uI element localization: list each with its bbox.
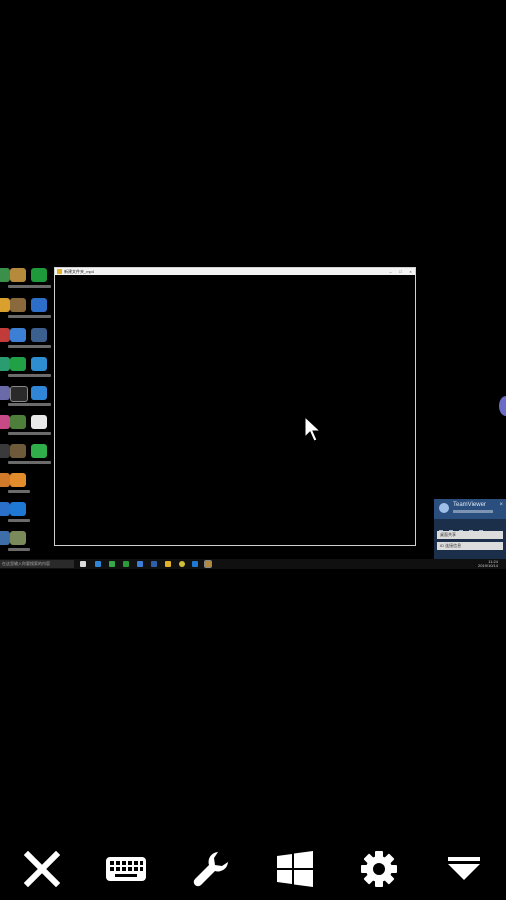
teamviewer-subtitle <box>453 510 493 513</box>
desktop-icon-label <box>29 432 51 435</box>
collapse-toolbar-button[interactable] <box>434 839 494 899</box>
close-icon <box>24 851 61 887</box>
desktop-icon[interactable] <box>0 328 10 342</box>
desktop-icon[interactable] <box>0 531 10 545</box>
desktop-icon-label <box>8 374 30 377</box>
desktop-icon[interactable] <box>31 357 47 371</box>
remote-control-toolbar <box>0 838 506 900</box>
windows-taskbar[interactable]: 在这里输入你要搜索的内容 11:24 2019/10/14 <box>0 559 506 569</box>
desktop-icon[interactable] <box>0 415 10 429</box>
desktop-icon[interactable] <box>10 444 26 458</box>
desktop-icon[interactable] <box>0 357 10 371</box>
teamviewer-row-label: 桌面共享 <box>440 532 456 537</box>
keyboard-icon <box>106 857 147 881</box>
taskbar-app-icon[interactable] <box>137 561 143 567</box>
desktop-icon[interactable] <box>10 268 26 282</box>
windows-icon <box>277 851 314 887</box>
desktop-icon[interactable] <box>31 415 47 429</box>
desktop-icon-label <box>8 519 30 522</box>
desktop-icon[interactable] <box>0 386 10 400</box>
desktop-icon[interactable] <box>0 298 10 312</box>
desktop-icon[interactable] <box>31 298 47 312</box>
tools-button[interactable] <box>181 839 241 899</box>
taskbar-search-box[interactable]: 在这里输入你要搜索的内容 <box>0 560 74 568</box>
desktop-icon[interactable] <box>10 298 26 312</box>
teamviewer-logo-icon <box>439 503 449 513</box>
maximize-button[interactable]: □ <box>398 269 403 274</box>
desktop-icon-label <box>8 403 30 406</box>
taskbar-app-icon[interactable] <box>109 561 115 567</box>
app-icon <box>57 269 62 274</box>
desktop-icon-label <box>8 548 30 551</box>
desktop-icon-label <box>8 315 30 318</box>
collapse-icon <box>447 857 480 880</box>
desktop-icon[interactable] <box>31 444 47 458</box>
wrench-icon <box>193 852 228 887</box>
desktop-icon[interactable] <box>0 473 10 487</box>
teamviewer-header: TeamViewer × <box>434 499 506 519</box>
keyboard-button[interactable] <box>96 839 156 899</box>
desktop-icon-label <box>29 315 51 318</box>
window-close-button[interactable]: × <box>408 269 413 274</box>
edge-icon[interactable] <box>95 561 101 567</box>
windows-key-button[interactable] <box>265 839 325 899</box>
file-explorer-icon[interactable] <box>165 561 171 567</box>
system-tray-clock[interactable]: 11:24 2019/10/14 <box>478 560 498 568</box>
desktop-icon-label <box>8 345 30 348</box>
teamviewer-taskbar-icon[interactable] <box>192 561 198 567</box>
desktop-icon[interactable] <box>10 415 26 429</box>
teamviewer-title: TeamViewer <box>453 502 486 508</box>
desktop-icon-label <box>29 285 51 288</box>
disconnect-button[interactable] <box>12 839 72 899</box>
minimize-button[interactable]: – <box>388 269 393 274</box>
desktop-icon[interactable] <box>10 328 26 342</box>
desktop-icon-label <box>8 461 30 464</box>
teamviewer-panel[interactable]: TeamViewer × 桌面共享 ID 连接信息 <box>434 499 506 561</box>
desktop-icon[interactable] <box>31 328 47 342</box>
window-titlebar[interactable]: 新建文件夹_mp4 – □ × <box>55 268 415 275</box>
desktop-icon-label <box>8 432 30 435</box>
desktop-icon[interactable] <box>0 268 10 282</box>
desktop-icon-label <box>29 345 51 348</box>
taskbar-date: 2019/10/14 <box>477 563 498 568</box>
desktop-icon-label <box>8 490 30 493</box>
media-player-taskbar-icon[interactable] <box>204 560 212 568</box>
chrome-icon[interactable] <box>179 561 185 567</box>
window-title: 新建文件夹_mp4 <box>64 269 95 274</box>
teamviewer-row-label: ID 连接信息 <box>440 543 462 548</box>
gear-icon <box>361 851 398 887</box>
side-menu-handle[interactable] <box>499 396 506 416</box>
taskbar-app-icon[interactable] <box>123 561 129 567</box>
task-view-icon[interactable] <box>80 561 86 567</box>
desktop-icon-label <box>29 461 51 464</box>
desktop-icon-label <box>29 374 51 377</box>
teamviewer-toolbar[interactable] <box>437 522 503 534</box>
taskbar-app-icon[interactable] <box>151 561 157 567</box>
settings-button[interactable] <box>349 839 409 899</box>
desktop-icon[interactable] <box>10 357 26 371</box>
taskbar-search-placeholder: 在这里输入你要搜索的内容 <box>2 561 50 566</box>
desktop-icon-label <box>29 403 51 406</box>
desktop-icon[interactable] <box>10 386 28 402</box>
desktop-icon-label <box>8 285 30 288</box>
desktop-icon[interactable] <box>31 386 47 400</box>
remote-desktop-view[interactable]: 新建文件夹_mp4 – □ × TeamViewer × 桌面共享 ID 连接信… <box>0 262 506 574</box>
mouse-pointer-icon <box>304 416 322 442</box>
desktop-icon[interactable] <box>10 531 26 545</box>
desktop-icon[interactable] <box>0 502 10 516</box>
media-player-window[interactable]: 新建文件夹_mp4 – □ × <box>54 267 416 546</box>
teamviewer-row[interactable]: ID 连接信息 <box>437 542 503 550</box>
desktop-icon[interactable] <box>0 444 10 458</box>
desktop-icon[interactable] <box>10 473 26 487</box>
desktop-icon[interactable] <box>31 268 47 282</box>
desktop-icon[interactable] <box>10 502 26 516</box>
teamviewer-row[interactable]: 桌面共享 <box>437 531 503 539</box>
teamviewer-close-icon[interactable]: × <box>499 502 503 508</box>
